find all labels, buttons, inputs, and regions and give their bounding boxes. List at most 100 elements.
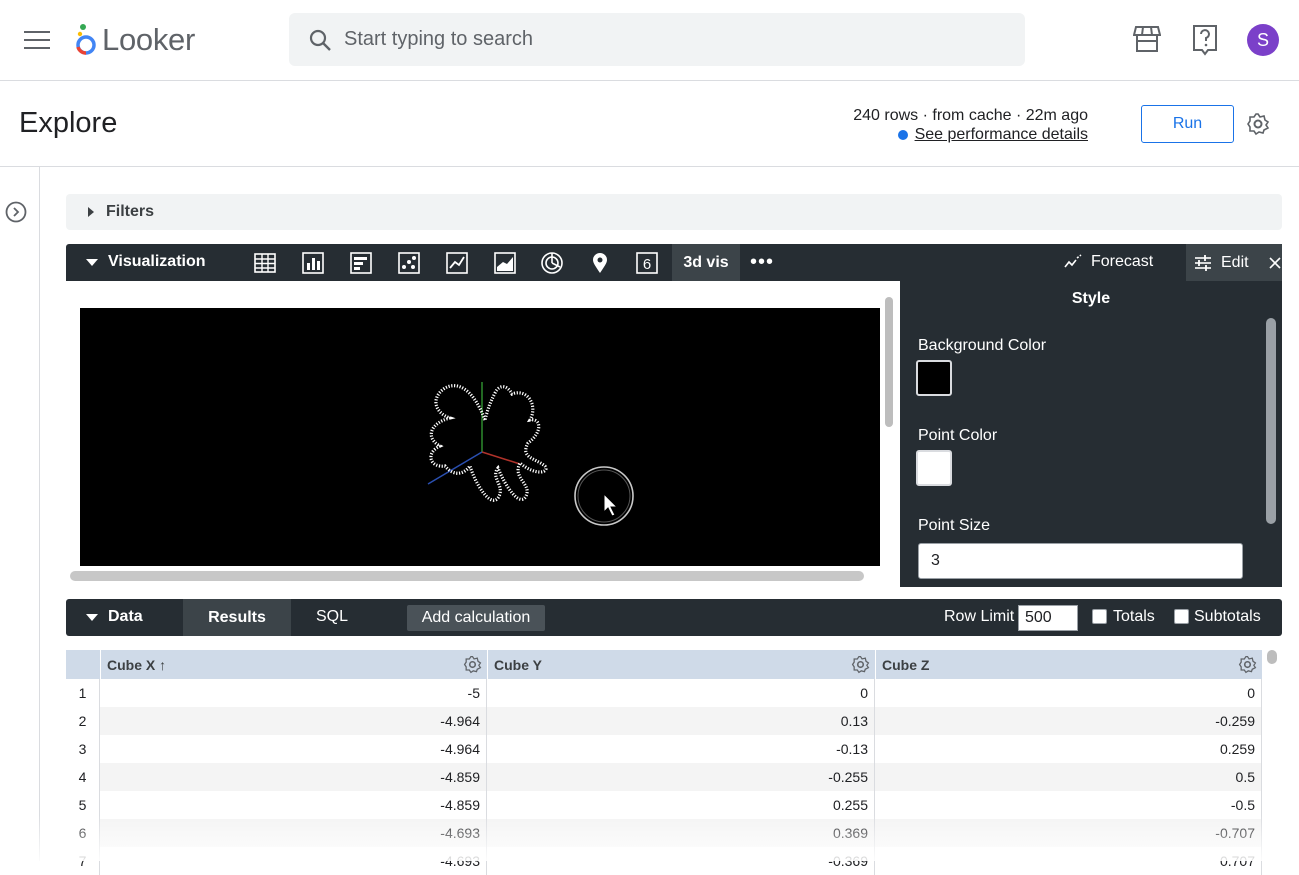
- scatter-icon[interactable]: [397, 251, 421, 275]
- table-scrollbar[interactable]: [1267, 650, 1277, 664]
- 3d-point-cloud[interactable]: [80, 308, 880, 566]
- menu-icon[interactable]: [24, 31, 50, 49]
- cell-cube-z: -0.707: [875, 819, 1262, 847]
- cell-cube-x: -4.859: [100, 763, 487, 791]
- row-number: 5: [66, 791, 100, 819]
- more-options-icon[interactable]: •••: [750, 251, 774, 274]
- map-icon[interactable]: [588, 251, 612, 275]
- looker-logo-icon: [76, 24, 96, 55]
- column-gear-icon[interactable]: [1238, 655, 1257, 674]
- table-icon[interactable]: [253, 251, 277, 275]
- explore-header: Explore 240 rows · from cache · 22m ago …: [0, 81, 1299, 167]
- cell-cube-x: -5: [100, 679, 487, 707]
- vertical-scrollbar[interactable]: [885, 297, 893, 427]
- table-row[interactable]: 7 -4.693 -0.369 0.707: [66, 847, 1262, 875]
- subtotals-checkbox[interactable]: [1174, 609, 1189, 624]
- status-dot-icon: [897, 129, 908, 140]
- collapse-arrow-icon[interactable]: [86, 614, 98, 621]
- gear-icon[interactable]: [1246, 112, 1270, 136]
- table-row[interactable]: 2 -4.964 0.13 -0.259: [66, 707, 1262, 735]
- row-limit-input[interactable]: 500: [1018, 605, 1078, 631]
- performance-link[interactable]: See performance details: [915, 125, 1088, 144]
- 3d-canvas[interactable]: [80, 308, 880, 566]
- tab-sql[interactable]: SQL: [316, 608, 348, 626]
- tab-3d-vis[interactable]: 3d vis: [672, 244, 740, 281]
- row-number: 1: [66, 679, 100, 707]
- single-value-icon[interactable]: 6: [635, 251, 659, 275]
- line-chart-icon[interactable]: [445, 251, 469, 275]
- row-number: 6: [66, 819, 100, 847]
- marketplace-icon[interactable]: [1133, 24, 1161, 54]
- cell-cube-z: 0.5: [875, 763, 1262, 791]
- filters-section[interactable]: Filters: [66, 194, 1282, 230]
- bar-chart-icon[interactable]: [349, 251, 373, 275]
- area-chart-icon[interactable]: [493, 251, 517, 275]
- user-avatar[interactable]: S: [1247, 24, 1279, 56]
- cell-cube-y: -0.255: [487, 763, 875, 791]
- point-color-swatch[interactable]: [916, 450, 952, 486]
- search-icon: [309, 29, 331, 51]
- forecast-label: Forecast: [1091, 253, 1154, 270]
- visualization-label[interactable]: Visualization: [108, 253, 206, 271]
- looker-logo[interactable]: Looker: [74, 22, 195, 58]
- page-title: Explore: [19, 107, 118, 139]
- help-icon[interactable]: [1192, 24, 1218, 56]
- status-text: 240 rows · from cache · 22m ago: [853, 107, 1088, 124]
- forecast-button[interactable]: Forecast: [1064, 253, 1153, 271]
- tab-results[interactable]: Results: [183, 599, 291, 636]
- point-color-label: Point Color: [918, 427, 998, 444]
- run-button[interactable]: Run: [1141, 105, 1234, 143]
- background-color-swatch[interactable]: [916, 360, 952, 396]
- table-row[interactable]: 3 -4.964 -0.13 0.259: [66, 735, 1262, 763]
- totals-checkbox[interactable]: [1092, 609, 1107, 624]
- column-gear-icon[interactable]: [463, 655, 482, 674]
- table-header: Cube X ↑ Cube Y Cube Z: [66, 650, 1262, 679]
- collapse-arrow-icon[interactable]: [86, 259, 98, 266]
- forecast-icon: [1064, 254, 1082, 268]
- point-size-input[interactable]: 3: [918, 543, 1243, 579]
- cell-cube-y: 0.369: [487, 819, 875, 847]
- column-label: Cube X ↑: [107, 656, 167, 673]
- column-gear-icon[interactable]: [851, 655, 870, 674]
- pie-chart-icon[interactable]: [540, 251, 564, 275]
- visualization-bar: Visualization 6 3d vis ••• Forecast Edit: [66, 244, 1282, 281]
- cell-cube-y: 0.13: [487, 707, 875, 735]
- cell-cube-z: 0.259: [875, 735, 1262, 763]
- style-panel-scrollbar[interactable]: [1266, 318, 1276, 524]
- column-header-cube-x[interactable]: Cube X ↑: [100, 650, 487, 679]
- totals-label: Totals: [1113, 608, 1155, 625]
- table-row[interactable]: 1 -5 0 0: [66, 679, 1262, 707]
- table-row[interactable]: 6 -4.693 0.369 -0.707: [66, 819, 1262, 847]
- row-number: 4: [66, 763, 100, 791]
- cell-cube-x: -4.859: [100, 791, 487, 819]
- table-row[interactable]: 4 -4.859 -0.255 0.5: [66, 763, 1262, 791]
- style-tab[interactable]: Style: [900, 281, 1282, 317]
- expand-panel-icon[interactable]: [5, 201, 27, 223]
- column-label: Cube Y: [494, 656, 542, 673]
- column-label: Cube Z: [882, 656, 930, 673]
- search-input[interactable]: Start typing to search: [289, 13, 1025, 66]
- cell-cube-x: -4.693: [100, 847, 487, 875]
- top-bar: Looker Start typing to search S: [0, 0, 1299, 81]
- background-color-label: Background Color: [918, 337, 1047, 354]
- edit-label: Edit: [1221, 253, 1249, 271]
- row-limit-label: Row Limit: [944, 608, 1015, 625]
- table-row[interactable]: 5 -4.859 0.255 -0.5: [66, 791, 1262, 819]
- expand-arrow-icon: [88, 207, 94, 217]
- cell-cube-z: -0.5: [875, 791, 1262, 819]
- cell-cube-x: -4.964: [100, 707, 487, 735]
- data-label[interactable]: Data: [108, 608, 143, 626]
- horizontal-scrollbar[interactable]: [70, 571, 864, 581]
- column-header-cube-y[interactable]: Cube Y: [487, 650, 875, 679]
- add-calculation-button[interactable]: Add calculation: [407, 605, 545, 631]
- left-rail: [0, 167, 40, 861]
- style-panel-body: Background Color Point Color Point Size …: [900, 317, 1262, 587]
- column-header-cube-z[interactable]: Cube Z: [875, 650, 1262, 679]
- svg-text:6: 6: [643, 256, 651, 273]
- edit-tab[interactable]: Edit: [1186, 244, 1282, 281]
- column-chart-icon[interactable]: [301, 251, 325, 275]
- close-icon[interactable]: [1269, 256, 1281, 269]
- cell-cube-y: -0.13: [487, 735, 875, 763]
- cell-cube-y: 0.255: [487, 791, 875, 819]
- style-panel: Style Background Color Point Color Point…: [900, 281, 1282, 587]
